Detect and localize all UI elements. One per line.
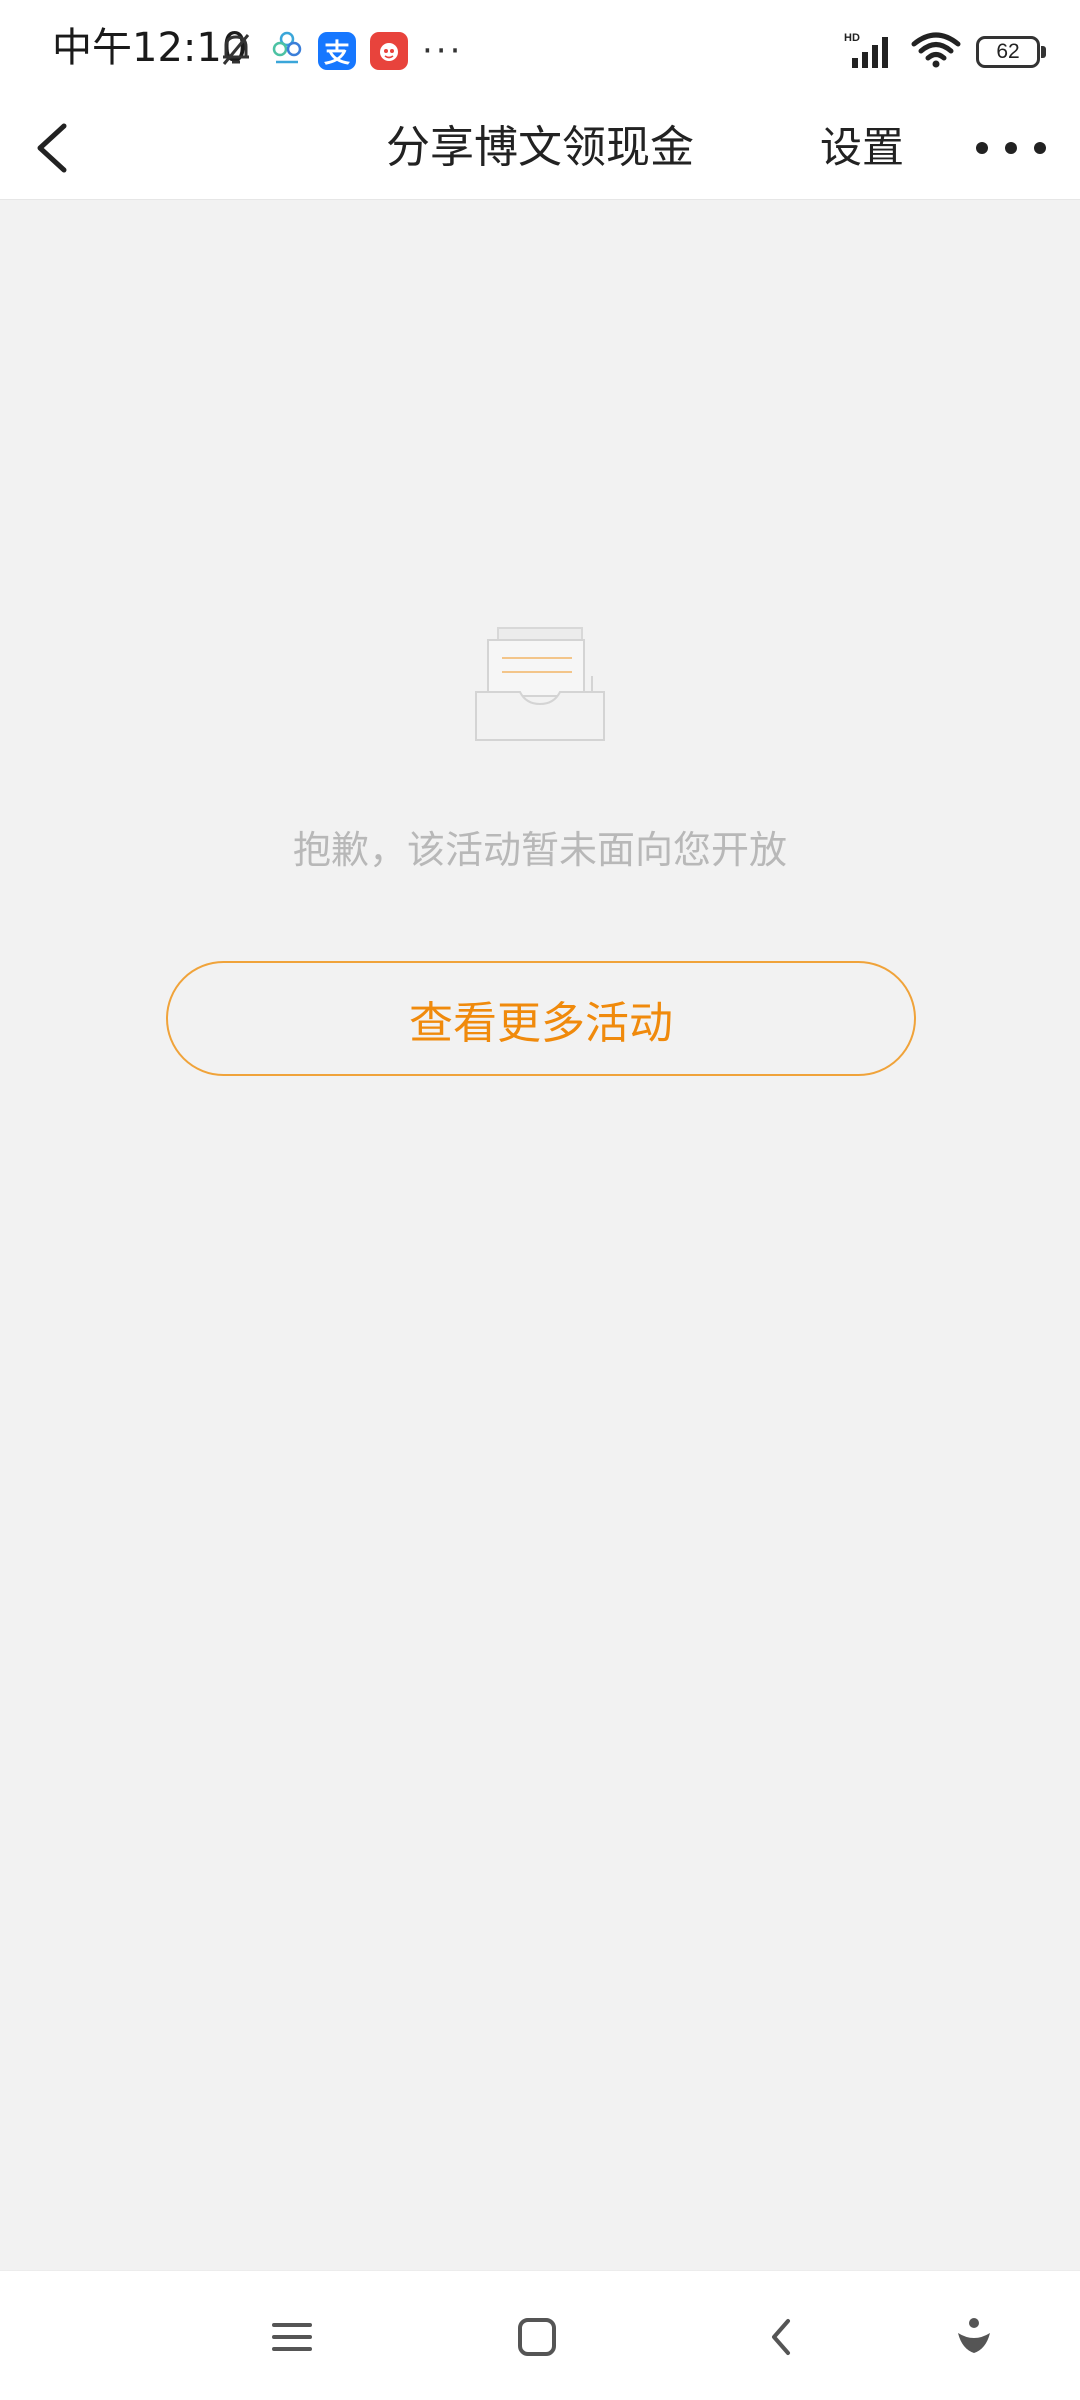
status-bar: 中午12:10 支 ··· HD 62	[0, 0, 1080, 96]
assistant-button[interactable]	[942, 2305, 1006, 2369]
status-notification-icons: 支 ···	[216, 28, 477, 74]
system-navigation-bar	[0, 2270, 1080, 2400]
svg-text:HD: HD	[844, 32, 860, 44]
red-app-icon	[370, 32, 408, 70]
settings-button[interactable]: 设置	[820, 116, 904, 180]
home-button[interactable]	[505, 2305, 569, 2369]
square-home-icon	[518, 2318, 556, 2356]
signal-icon: HD	[844, 30, 896, 74]
status-more-notifications: ···	[422, 31, 464, 71]
cloud-app-icon	[270, 30, 304, 72]
more-dot-icon	[1034, 142, 1046, 154]
battery-indicator: 62	[976, 36, 1046, 68]
system-back-button[interactable]	[750, 2305, 814, 2369]
wifi-icon	[910, 30, 962, 74]
nav-bar: 分享博文领现金 设置	[0, 96, 1080, 200]
view-more-activities-button[interactable]: 查看更多活动	[166, 961, 916, 1076]
chevron-left-icon	[772, 2319, 790, 2355]
empty-state-message: 抱歉，该活动暂未面向您开放	[292, 828, 787, 872]
bell-off-icon	[216, 29, 256, 73]
more-menu-button[interactable]	[968, 116, 1054, 180]
assistant-icon	[958, 2318, 990, 2353]
alipay-icon: 支	[318, 32, 356, 70]
more-dot-icon	[1005, 142, 1017, 154]
menu-lines-icon	[272, 2323, 312, 2351]
more-dot-icon	[976, 142, 988, 154]
recents-button[interactable]	[260, 2305, 324, 2369]
status-system-icons: HD 62	[830, 30, 1046, 74]
page-title: 分享博文领现金	[386, 122, 694, 173]
empty-box-icon	[474, 626, 606, 742]
